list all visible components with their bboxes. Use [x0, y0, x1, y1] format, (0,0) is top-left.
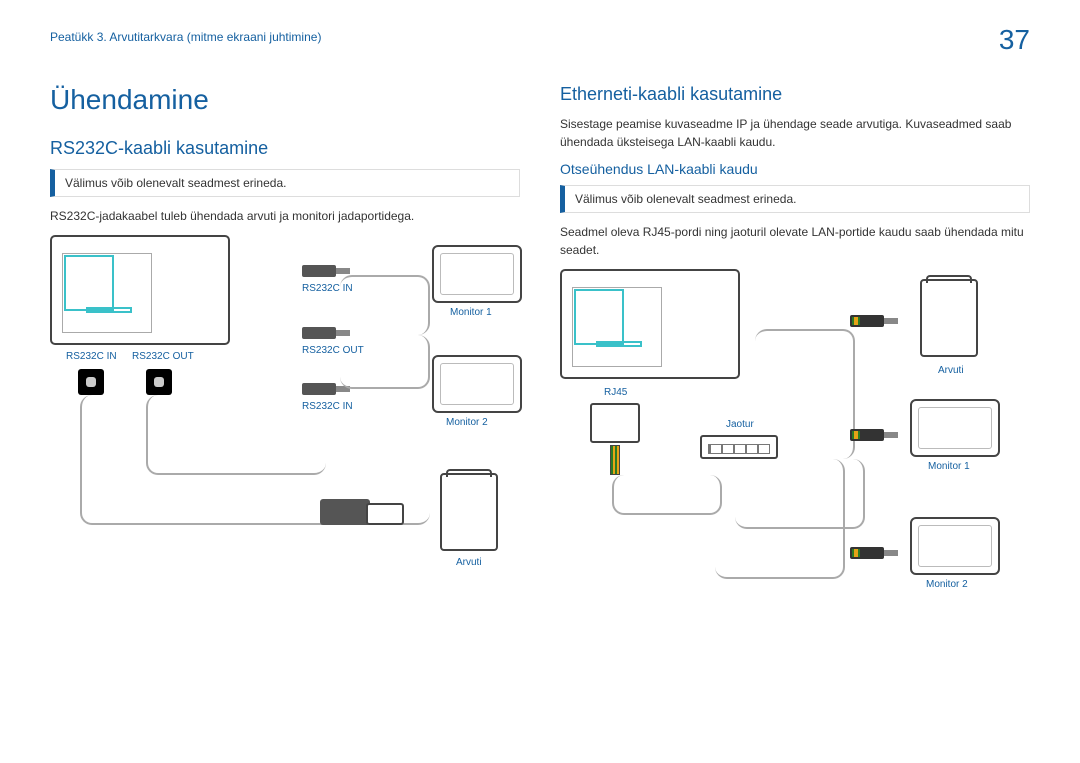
rj45-port: [590, 403, 640, 443]
rj45-connector: [610, 445, 620, 475]
jack-plug: [302, 327, 336, 339]
rs232c-in-label-3: RS232C IN: [302, 401, 353, 412]
monitor-1: [910, 399, 1000, 457]
chapter-label: Peatükk 3. Arvutitarkvara (mitme ekraani…: [50, 30, 321, 44]
rj45-label: RJ45: [604, 387, 627, 398]
serial-connector: [320, 499, 370, 525]
jaotur-label: Jaotur: [726, 419, 754, 430]
rs232c-in-port: [78, 369, 104, 395]
page-number: 37: [999, 24, 1030, 56]
page-title: Ühendamine: [50, 84, 520, 116]
section-lan-heading: Otseühendus LAN-kaabli kaudu: [560, 161, 1030, 177]
monitor2-label: Monitor 2: [926, 579, 968, 590]
rs232c-out-port: [146, 369, 172, 395]
ethernet-plug: [850, 315, 884, 327]
ethernet-plug: [850, 429, 884, 441]
monitor-rear-panel: [560, 269, 740, 379]
arvuti-label: Arvuti: [938, 365, 964, 376]
monitor1-label: Monitor 1: [450, 307, 492, 318]
rs232c-description: RS232C-jadakaabel tuleb ühendada arvuti …: [50, 207, 520, 225]
section-ethernet-heading: Etherneti-kaabli kasutamine: [560, 84, 1030, 105]
pc-tower: [440, 473, 498, 551]
section-rs232c-heading: RS232C-kaabli kasutamine: [50, 138, 520, 159]
ethernet-plug: [850, 547, 884, 559]
arvuti-label: Arvuti: [456, 557, 482, 568]
rs232c-out-label: RS232C OUT: [132, 351, 194, 362]
rs232c-in-label: RS232C IN: [66, 351, 117, 362]
jack-plug: [302, 383, 336, 395]
jack-plug: [302, 265, 336, 277]
monitor-rear-panel: [50, 235, 230, 345]
note-box: Välimus võib olenevalt seadmest erineda.: [50, 169, 520, 197]
monitor-2: [910, 517, 1000, 575]
monitor2-label: Monitor 2: [446, 417, 488, 428]
ethernet-description: Sisestage peamise kuvaseadme IP ja ühend…: [560, 115, 1030, 151]
note-box: Välimus võib olenevalt seadmest erineda.: [560, 185, 1030, 213]
lan-description: Seadmel oleva RJ45-pordi ning jaoturil o…: [560, 223, 1030, 259]
left-column: Ühendamine RS232C-kaabli kasutamine Väli…: [50, 84, 520, 619]
rs232c-diagram: RS232C IN RS232C OUT RS232C IN RS232C OU…: [50, 235, 520, 585]
monitor1-label: Monitor 1: [928, 461, 970, 472]
monitor-1: [432, 245, 522, 303]
right-column: Etherneti-kaabli kasutamine Sisestage pe…: [560, 84, 1030, 619]
ethernet-diagram: RJ45 Jaotur Arvuti Monitor 1 Monitor: [560, 269, 1030, 619]
pc-tower: [920, 279, 978, 357]
monitor-2: [432, 355, 522, 413]
